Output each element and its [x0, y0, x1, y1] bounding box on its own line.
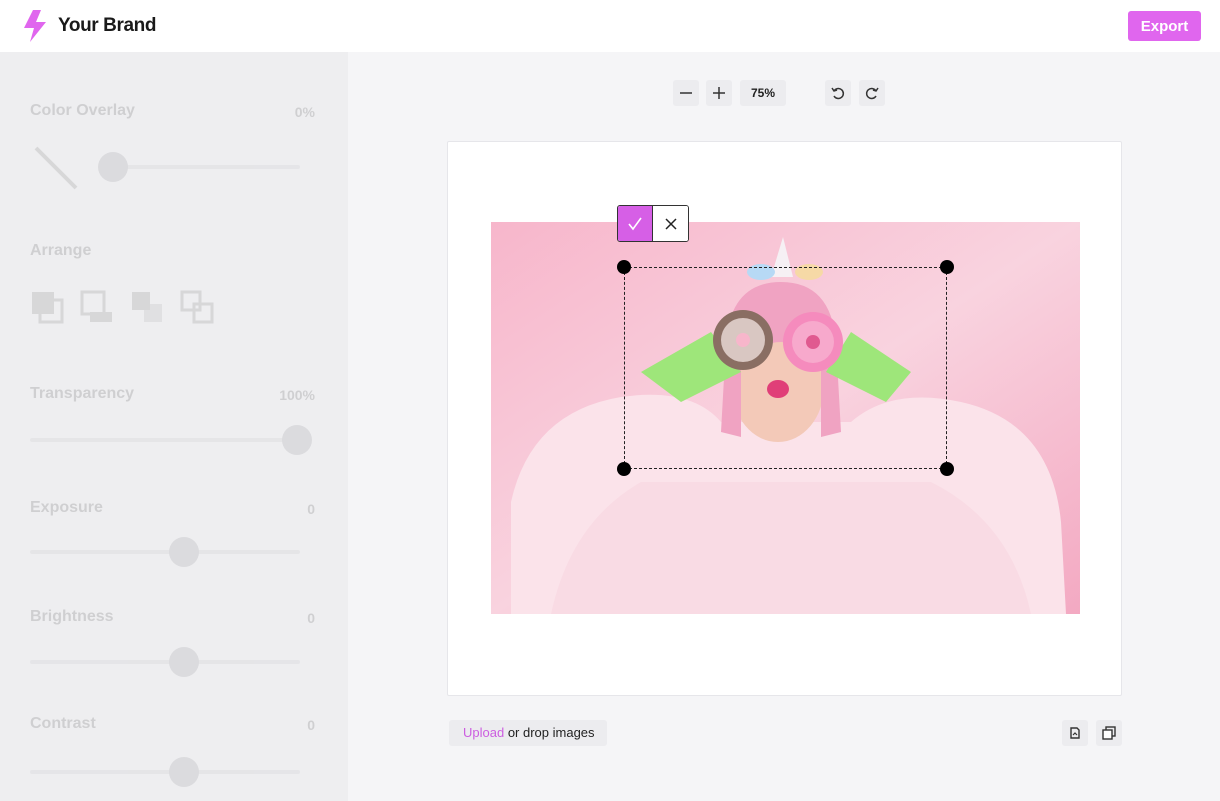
crop-selection[interactable] [624, 267, 947, 469]
undo-button[interactable] [825, 80, 851, 106]
zoom-in-button[interactable] [706, 80, 732, 106]
cancel-crop-button[interactable] [652, 206, 688, 241]
drop-images-text: or drop images [504, 725, 595, 740]
contrast-slider-track[interactable] [30, 770, 300, 774]
upload-drop-zone[interactable]: Upload or drop images [449, 720, 607, 746]
adjustments-sidebar: Color Overlay 0% Arrange Transparency 10… [0, 52, 348, 801]
zoom-out-button[interactable] [673, 80, 699, 106]
transparency-slider-track[interactable] [30, 438, 300, 442]
replace-image-button[interactable] [1062, 720, 1088, 746]
color-overlay-slider-track[interactable] [110, 165, 300, 169]
redo-icon [865, 87, 879, 100]
duplicate-button[interactable] [1096, 720, 1122, 746]
no-color-swatch-icon[interactable] [32, 144, 80, 192]
brightness-value: 0 [307, 610, 315, 626]
contrast-slider-thumb[interactable] [169, 757, 199, 787]
crop-handle-bottom-right[interactable] [940, 462, 954, 476]
color-overlay-value: 0% [294, 104, 315, 120]
confirm-crop-button[interactable] [618, 206, 652, 241]
zoom-in-icon [713, 87, 725, 99]
color-overlay-section: Color Overlay 0% [30, 102, 315, 192]
crop-handle-top-left[interactable] [617, 260, 631, 274]
duplicate-icon [1102, 726, 1116, 740]
color-overlay-slider-thumb[interactable] [98, 152, 128, 182]
contrast-value: 0 [307, 717, 315, 733]
export-button[interactable]: Export [1128, 11, 1201, 41]
exposure-slider-thumb[interactable] [169, 537, 199, 567]
brand-name: Your Brand [58, 15, 157, 36]
bring-forward-icon[interactable] [130, 290, 164, 324]
replace-image-icon [1070, 727, 1080, 739]
contrast-label: Contrast [30, 715, 96, 732]
crop-actions [617, 205, 689, 242]
send-backward-icon[interactable] [180, 290, 214, 324]
brightness-slider-track[interactable] [30, 660, 300, 664]
exposure-slider-track[interactable] [30, 550, 300, 554]
arrange-section: Arrange [30, 242, 315, 324]
color-overlay-label: Color Overlay [30, 102, 135, 119]
exposure-value: 0 [307, 501, 315, 517]
transparency-section: Transparency 100% [30, 385, 315, 465]
undo-icon [831, 87, 845, 100]
crop-handle-top-right[interactable] [940, 260, 954, 274]
send-to-back-icon[interactable] [80, 290, 114, 324]
close-icon [664, 217, 677, 230]
transparency-slider-thumb[interactable] [282, 425, 312, 455]
upload-link[interactable]: Upload [463, 725, 504, 740]
exposure-label: Exposure [30, 499, 103, 516]
brightness-label: Brightness [30, 608, 114, 625]
transparency-label: Transparency [30, 385, 135, 402]
redo-button[interactable] [859, 80, 885, 106]
arrange-label: Arrange [30, 242, 92, 259]
top-bar: Your Brand Export [0, 0, 1220, 52]
brightness-slider-thumb[interactable] [169, 647, 199, 677]
zoom-level: 75% [740, 80, 786, 106]
check-icon [628, 217, 642, 230]
crop-handle-bottom-left[interactable] [617, 462, 631, 476]
contrast-section: Contrast 0 [30, 715, 315, 795]
bring-to-front-icon[interactable] [30, 290, 64, 324]
transparency-value: 100% [279, 387, 315, 403]
lightning-bolt-icon [24, 10, 46, 42]
exposure-section: Exposure 0 [30, 499, 315, 579]
zoom-out-icon [680, 92, 692, 94]
brightness-section: Brightness 0 [30, 608, 315, 688]
